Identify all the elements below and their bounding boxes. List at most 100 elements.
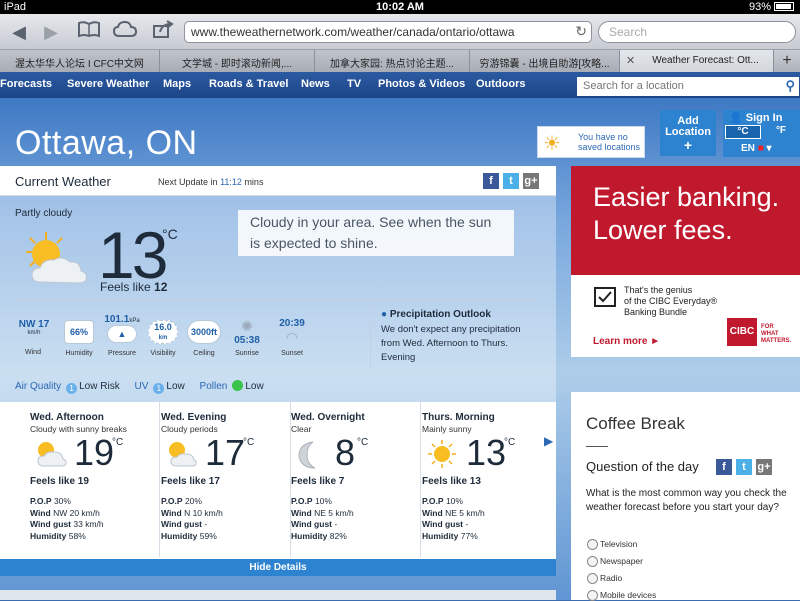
twitter-icon[interactable]: t	[503, 173, 519, 189]
metric-wind: NW 17 km/h Wind	[18, 319, 50, 356]
icloud-icon[interactable]	[112, 20, 138, 44]
twitter-icon[interactable]: t	[736, 459, 752, 475]
sign-in-link[interactable]: 👤 Sign In	[729, 111, 782, 124]
tab-cfc[interactable]: 渥太华华人论坛 I CFC中文网	[0, 50, 160, 72]
cibc-advertisement[interactable]: Easier banking. Lower fees. That's the ge…	[571, 166, 800, 357]
nav-maps[interactable]: Maps	[163, 78, 191, 90]
city-title: Ottawa, ON	[15, 124, 198, 162]
forecast-period[interactable]: Wed. Overnight Clear 8 °C Feels like 7 P.…	[291, 402, 421, 557]
metric-humidity: 66% Humidity	[62, 320, 96, 357]
condition-text: Partly cloudy	[15, 208, 73, 219]
humidity-icon: 66%	[64, 320, 94, 344]
nav-forecasts[interactable]: Forecasts	[0, 78, 52, 90]
metric-ceiling: 3000ft Ceiling	[186, 320, 222, 357]
raindrop-icon: ●	[381, 309, 388, 320]
current-weather-title: Current Weather	[15, 174, 111, 189]
learn-more-link[interactable]: Learn more ►	[593, 336, 660, 347]
radio-button[interactable]	[587, 539, 598, 550]
calendar-check-icon	[594, 287, 616, 307]
forecast-period[interactable]: Wed. Evening Cloudy periods 17 °C Feels l…	[161, 402, 291, 557]
coffee-break-panel: Coffee Break Question of the day f t g+ …	[571, 392, 800, 601]
forecast-tabs[interactable]	[0, 590, 556, 600]
nav-tv[interactable]: TV	[347, 78, 361, 90]
feels-like: Feels like 12	[100, 280, 168, 294]
hide-details-button[interactable]: Hide Details	[0, 559, 556, 576]
sunset-icon: ◠	[285, 329, 299, 345]
forecast-period[interactable]: Thurs. Morning Mainly sunny 13 °C Feels l…	[422, 402, 552, 557]
nav-outdoors[interactable]: Outdoors	[476, 78, 526, 90]
ad-headline: Easier banking. Lower fees.	[571, 166, 800, 275]
celsius-toggle[interactable]: °C	[725, 125, 761, 139]
canada-flag-icon: ■	[757, 143, 764, 154]
air-quality-row: Air Quality 1 Low Risk UV 1 Low Pollen Low	[15, 380, 264, 394]
uv-label[interactable]: UV	[134, 381, 148, 392]
radio-button[interactable]	[587, 590, 598, 601]
fahrenheit-toggle[interactable]: °F	[763, 125, 799, 139]
tab-weather[interactable]: ✕ Weather Forecast: Ott...	[620, 50, 774, 72]
nav-severe-weather[interactable]: Severe Weather	[67, 78, 149, 90]
add-location-button[interactable]: Add Location +	[660, 110, 716, 156]
air-quality-index-badge: 1	[66, 383, 78, 394]
next-update: Next Update in 11:12 mins	[158, 177, 264, 187]
close-tab-icon[interactable]: ✕	[626, 54, 635, 67]
sun-icon	[428, 440, 456, 468]
cibc-tagline: FOR WHAT MATTERS.	[761, 324, 792, 344]
precipitation-outlook-text: We don't expect any precipitation from W…	[381, 324, 521, 363]
poll-option[interactable]: Newspaper	[587, 556, 643, 567]
sunrise-icon: ✺	[241, 318, 253, 334]
moon-icon	[298, 441, 316, 469]
url-field[interactable]: www.theweathernetwork.com/weather/canada…	[184, 21, 592, 43]
metric-sunset: 20:39 ◠ Sunset	[277, 318, 307, 357]
new-tab-button[interactable]: +	[774, 50, 800, 72]
radio-button[interactable]	[587, 573, 598, 584]
browser-toolbar: ◀ ▶ www.theweathernetwork.com/weather/ca…	[0, 14, 800, 50]
facebook-icon[interactable]: f	[483, 173, 499, 189]
share-icon[interactable]	[150, 20, 176, 44]
location-search-input[interactable]: Search for a location ⚲	[577, 77, 799, 96]
reload-icon[interactable]: ↻	[575, 23, 587, 40]
battery-icon	[774, 2, 794, 11]
pollen-badge	[232, 380, 244, 391]
poll-option[interactable]: Television	[587, 539, 637, 550]
forward-icon[interactable]: ▶	[38, 20, 64, 44]
google-plus-icon[interactable]: g+	[756, 459, 772, 475]
browser-search-field[interactable]: Search	[598, 21, 796, 43]
poll-option[interactable]: Radio	[587, 573, 622, 584]
nav-news[interactable]: News	[301, 78, 330, 90]
language-selector[interactable]: EN ■ ▾	[741, 143, 772, 154]
saved-locations-box[interactable]: ☀ You have no saved locations	[537, 126, 645, 158]
facebook-icon[interactable]: f	[716, 459, 732, 475]
saved-locations-text: You have no saved locations	[578, 132, 641, 152]
forecast-period[interactable]: Wed. Afternoon Cloudy with sunny breaks …	[30, 402, 160, 557]
short-term-forecast: Wed. Afternoon Cloudy with sunny breaks …	[0, 402, 556, 559]
cibc-logo: CIBC	[727, 318, 757, 346]
tab-jiayuan[interactable]: 加拿大家园: 热点讨论主题...	[315, 50, 470, 72]
bookmarks-icon[interactable]	[76, 20, 102, 44]
radio-button[interactable]	[587, 556, 598, 567]
pollen-label[interactable]: Pollen	[200, 381, 228, 392]
ceiling-icon: 3000ft	[187, 320, 221, 344]
nav-roads-travel[interactable]: Roads & Travel	[209, 78, 288, 90]
metric-sunrise: ✺ 05:38 Sunrise	[232, 318, 262, 357]
tab-wenxuecheng[interactable]: 文学城 - 即时滚动新闻,...	[160, 50, 315, 72]
tab-qyer[interactable]: 穷游锦囊 - 出境自助游[攻略...	[470, 50, 620, 72]
sun-cloud-icon	[169, 442, 197, 467]
google-plus-icon[interactable]: g+	[523, 173, 539, 189]
air-quality-label[interactable]: Air Quality	[15, 381, 61, 392]
nav-photos-videos[interactable]: Photos & Videos	[378, 78, 465, 90]
metric-pressure: 101.1kPa ▲ Pressure	[104, 314, 140, 357]
poll-option[interactable]: Mobile devices	[587, 590, 656, 601]
precipitation-outlook-title: ● Precipitation Outlook	[381, 309, 491, 320]
chevron-right-icon[interactable]: ▶	[544, 434, 553, 448]
chevron-down-icon: ▾	[766, 143, 772, 154]
metrics-separator	[370, 307, 371, 369]
current-temperature-unit: °C	[162, 226, 178, 242]
back-icon[interactable]: ◀	[6, 20, 32, 44]
ad-body: That's the genius of the CIBC Everyday® Ba…	[624, 285, 718, 317]
sun-icon: ☀	[543, 133, 561, 155]
uv-index-badge: 1	[153, 383, 165, 394]
sun-promo-message[interactable]: Cloudy in your area. See when the sun is…	[238, 210, 514, 256]
question-of-the-day-title: Question of the day	[586, 459, 699, 474]
search-icon[interactable]: ⚲	[785, 78, 795, 94]
clock: 10:02 AM	[376, 1, 424, 13]
